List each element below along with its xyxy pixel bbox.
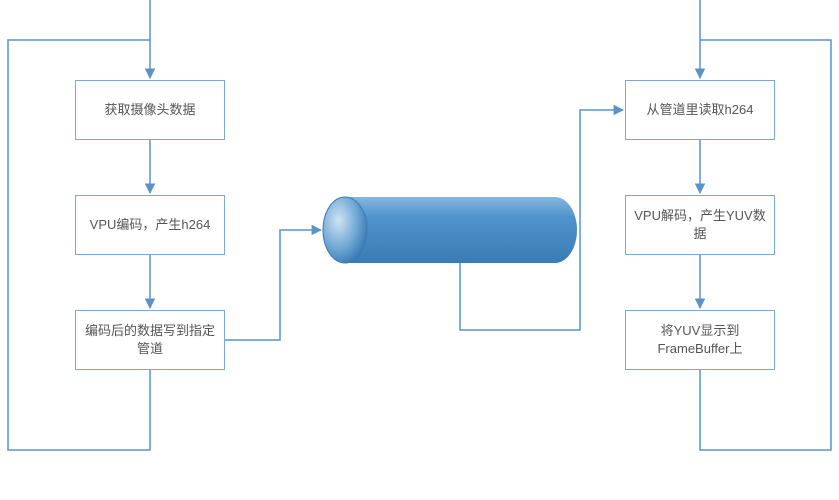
step-capture-camera: 获取摄像头数据 — [75, 80, 225, 140]
step-write-pipe: 编码后的数据写到指定管道 — [75, 310, 225, 370]
step-display-framebuffer: 将YUV显示到FrameBuffer上 — [625, 310, 775, 370]
step-vpu-encode: VPU编码，产生h264 — [75, 195, 225, 255]
step-vpu-decode: VPU解码，产生YUV数据 — [625, 195, 775, 255]
step-read-pipe: 从管道里读取h264 — [625, 80, 775, 140]
arrow-write-to-pipe — [225, 230, 321, 340]
pipe-cylinder — [323, 197, 577, 263]
arrow-pipe-to-read — [460, 110, 623, 330]
